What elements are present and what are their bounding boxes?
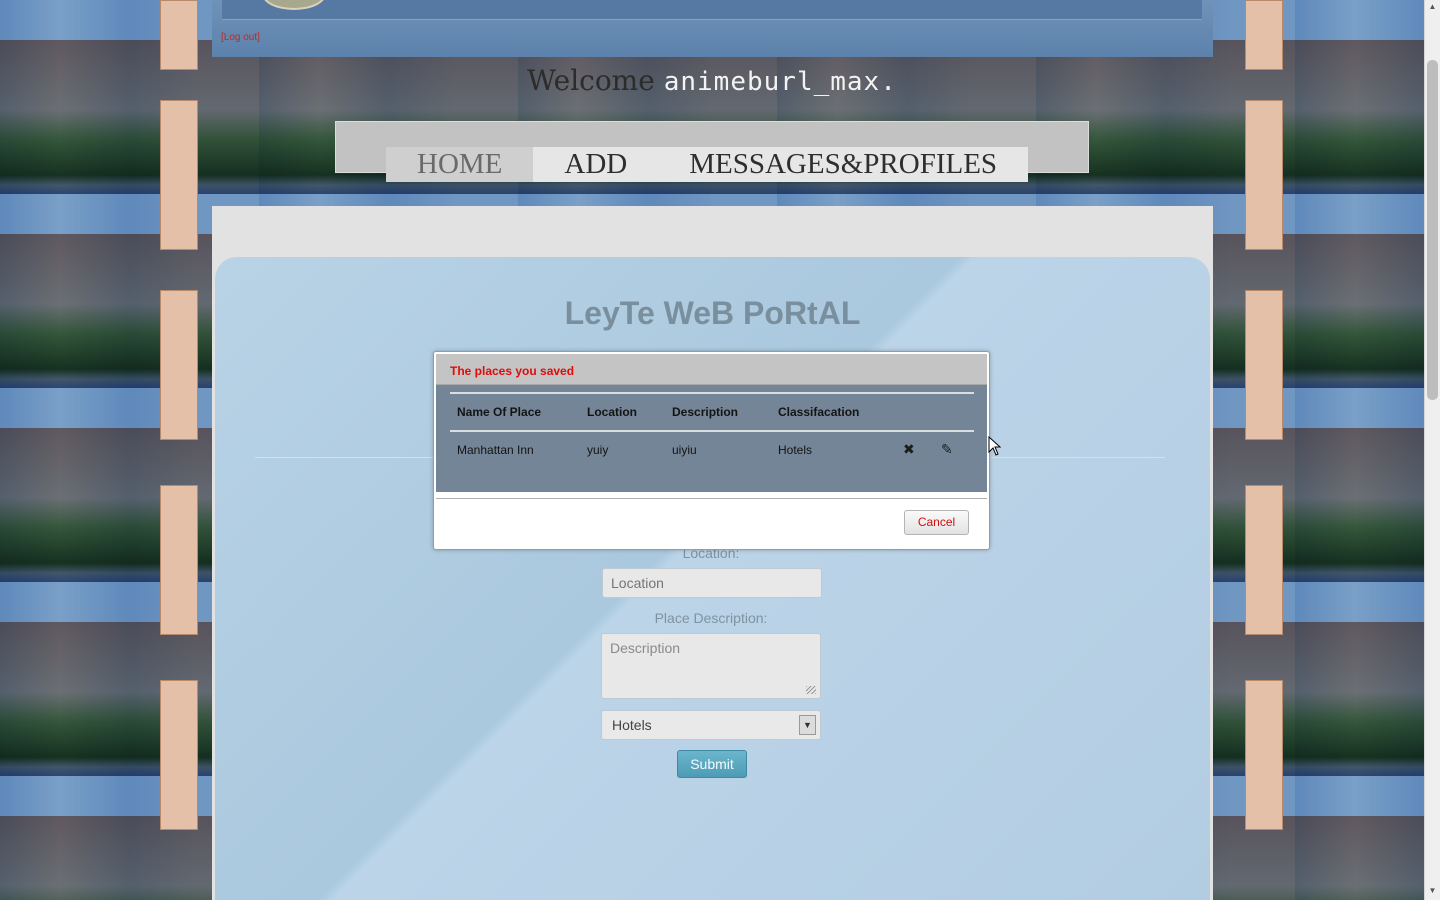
description-textarea[interactable]: Description	[601, 633, 821, 699]
vertical-scrollbar[interactable]: ▲ ▼	[1424, 0, 1440, 900]
resize-grip-icon[interactable]	[806, 686, 816, 694]
cancel-button[interactable]: Cancel	[904, 510, 969, 535]
saved-places-modal: The places you saved Name Of Place Locat…	[433, 351, 990, 550]
column-header-edit	[934, 392, 974, 432]
username: animeburl_max.	[663, 67, 897, 97]
modal-footer-divider	[436, 498, 987, 499]
mouse-cursor-icon	[988, 436, 1002, 456]
modal-body: Name Of Place Location Description Class…	[436, 385, 987, 492]
nav-item-messages-profiles[interactable]: MESSAGES&PROFILES	[658, 147, 1029, 182]
nav-item-add[interactable]: ADD	[533, 147, 659, 182]
column-header-location: Location	[580, 392, 665, 432]
header-banner	[222, 0, 1202, 20]
saved-places-table: Name Of Place Location Description Class…	[450, 392, 974, 467]
classification-selected: Hotels	[612, 717, 652, 733]
table-header-row: Name Of Place Location Description Class…	[450, 392, 974, 432]
column-header-classification: Classifacation	[771, 392, 896, 432]
cell-delete: ✖	[896, 431, 934, 467]
scroll-thumb[interactable]	[1427, 60, 1438, 400]
column-header-name: Name Of Place	[450, 392, 580, 432]
scroll-down-arrow-icon[interactable]: ▼	[1425, 884, 1440, 898]
close-icon[interactable]: ✖	[903, 441, 915, 457]
welcome-prefix: Welcome	[527, 64, 655, 97]
cell-name: Manhattan Inn	[457, 442, 534, 457]
classification-select[interactable]: Hotels ▼	[601, 710, 821, 740]
cell-location: yuiy	[587, 442, 609, 457]
nav-item-home[interactable]: HOME	[386, 147, 534, 182]
modal-header: The places you saved	[436, 354, 987, 385]
scroll-up-arrow-icon[interactable]: ▲	[1425, 0, 1440, 14]
column-header-delete	[896, 392, 934, 432]
table-row: Manhattan Inn yuiy uiyiu Hotels ✖ ✎	[450, 431, 974, 467]
description-placeholder: Description	[610, 640, 681, 656]
modal-title: The places you saved	[450, 364, 575, 378]
cell-edit: ✎	[934, 431, 974, 467]
page-title: LeyTe WeB PoRtAL	[564, 295, 861, 331]
submit-button[interactable]: Submit	[677, 750, 747, 778]
cell-description: uiyiu	[672, 442, 697, 457]
location-input[interactable]	[602, 568, 822, 598]
cell-classification: Hotels	[778, 442, 813, 457]
pencil-icon[interactable]: ✎	[941, 441, 953, 457]
chevron-down-icon[interactable]: ▼	[799, 715, 816, 735]
top-header	[212, 0, 1213, 57]
welcome-message: Welcome animeburl_max.	[0, 64, 1424, 97]
logout-link[interactable]: [Log out]	[221, 32, 260, 43]
logo	[262, 0, 326, 10]
description-label: Place Description:	[654, 610, 768, 626]
column-header-description: Description	[665, 392, 771, 432]
nav-menu: HOME ADD MESSAGES&PROFILES	[386, 147, 1029, 182]
